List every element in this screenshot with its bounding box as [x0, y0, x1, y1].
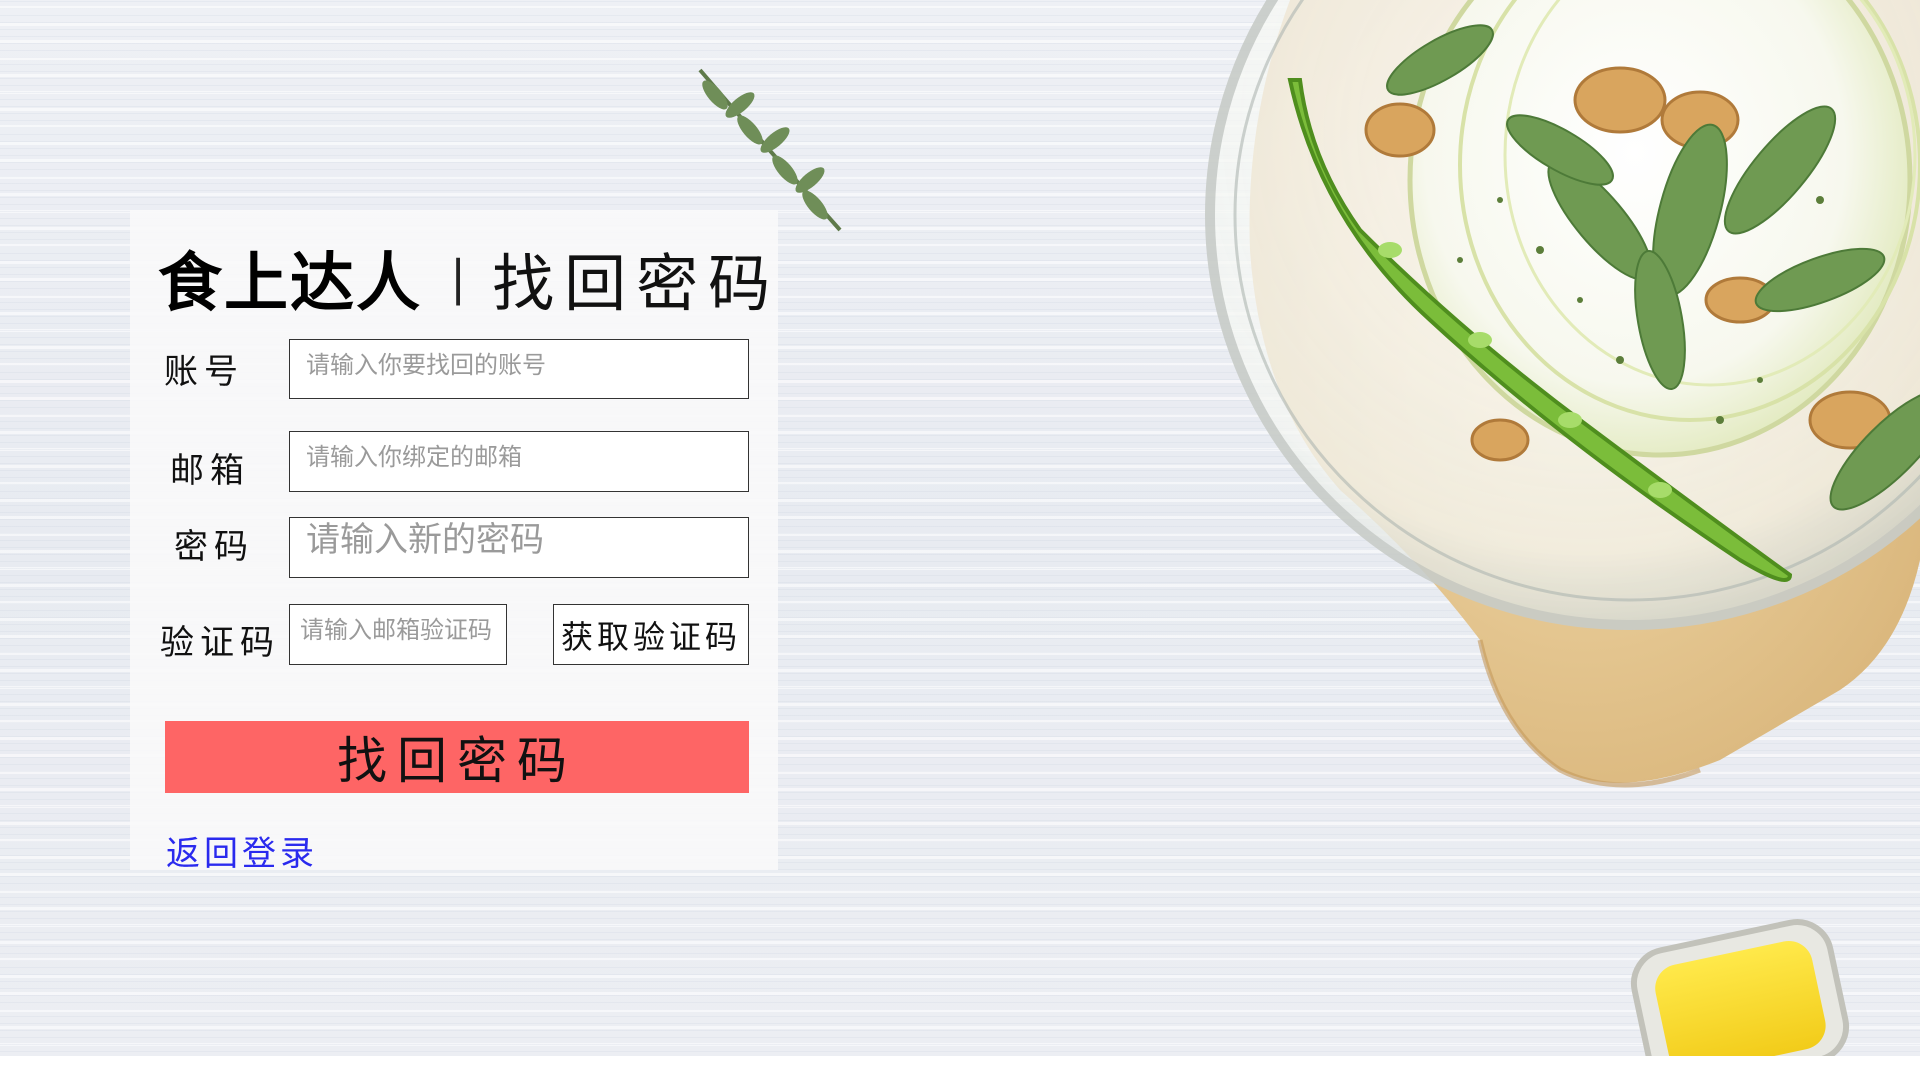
page: 食上达人 | 找回密码 账号 邮箱 密码 验证码 获取验证码 找回密码 返回登录	[0, 0, 1920, 1080]
herb-sprig-illustration	[698, 68, 842, 232]
page-title: 找回密码	[492, 247, 781, 320]
back-to-login-link[interactable]: 返回登录	[166, 826, 318, 875]
password-input[interactable]	[289, 517, 749, 578]
get-code-button[interactable]: 获取验证码	[553, 604, 749, 665]
page-header: 食上达人 | 找回密码	[158, 238, 780, 321]
account-input[interactable]	[289, 339, 749, 399]
find-password-button[interactable]: 找回密码	[165, 721, 749, 793]
email-input[interactable]	[289, 431, 749, 492]
brand-title: 食上达人	[158, 247, 422, 321]
email-label: 邮箱	[170, 451, 250, 491]
password-label: 密码	[174, 527, 254, 567]
code-input[interactable]	[289, 604, 507, 665]
code-label: 验证码	[160, 623, 280, 663]
title-separator: |	[450, 250, 467, 306]
account-label: 账号	[164, 352, 244, 392]
bottom-strip	[0, 1056, 1920, 1080]
